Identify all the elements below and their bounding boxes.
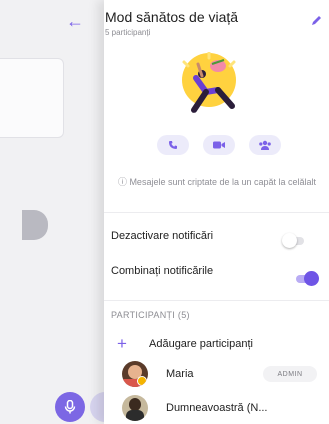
background-card [0, 58, 64, 138]
phone-icon [169, 141, 177, 149]
video-icon [213, 141, 225, 149]
combine-notifications-label: Combinați notificările [111, 265, 214, 277]
participant-name: Dumneavoastră (N... [166, 402, 268, 414]
video-call-button[interactable] [203, 135, 235, 155]
page-title: Mod sănătos de viață [105, 9, 239, 25]
toggle-knob [282, 233, 297, 248]
call-button[interactable] [157, 135, 189, 155]
participant-row[interactable]: Dumneavoastră (N... [122, 395, 267, 421]
back-arrow-icon: ← [66, 11, 84, 31]
participant-count: 5 participanți [105, 28, 151, 37]
background-chat [0, 0, 104, 424]
mute-notifications-label: Dezactivare notificări [111, 230, 214, 242]
encryption-notice: ⓘ Mesajele sunt criptate de la un capăt … [117, 177, 317, 187]
participant-name: Maria [166, 368, 194, 380]
avatar [122, 395, 148, 421]
plus-icon: + [117, 334, 127, 353]
avatar [122, 361, 148, 387]
edit-icon [312, 16, 321, 25]
divider [104, 212, 329, 213]
participants-section-title: PARTICIPANȚI (5) [111, 310, 190, 320]
add-participants-button[interactable]: + Adăugare participanți [111, 333, 253, 355]
group-avatar[interactable] [172, 52, 246, 122]
divider [104, 300, 329, 301]
participant-row[interactable]: Maria [122, 361, 194, 387]
toggle-knob [304, 271, 319, 286]
back-button[interactable]: ← [66, 12, 84, 30]
group-icon [259, 140, 271, 150]
mic-button[interactable] [55, 392, 85, 422]
mute-notifications-toggle[interactable] [282, 233, 304, 248]
admin-badge: ADMIN [263, 366, 317, 382]
mic-icon [64, 400, 76, 414]
group-actions [157, 135, 281, 155]
background-bubble [22, 210, 48, 240]
combine-notifications-toggle[interactable] [296, 271, 319, 286]
edit-button[interactable] [310, 14, 322, 32]
add-participants-label: Adăugare participanți [149, 338, 253, 350]
group-call-button[interactable] [249, 135, 281, 155]
